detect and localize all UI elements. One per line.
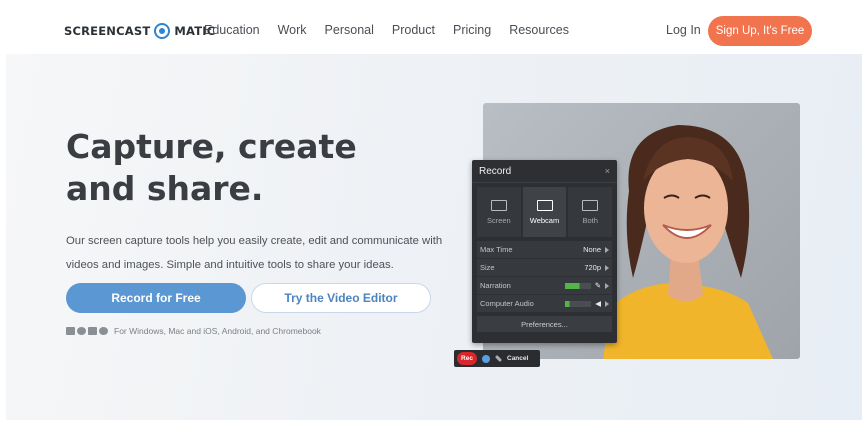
platforms-note: For Windows, Mac and iOS, Android, and C… bbox=[66, 326, 321, 336]
screen-and-webcam-icon bbox=[582, 199, 599, 211]
top-nav: SCREENCAST MATIC Education Work Personal… bbox=[0, 0, 862, 60]
nav-link-resources[interactable]: Resources bbox=[509, 23, 569, 37]
record-panel: Record × Screen Webcam Both Max Time Non… bbox=[472, 160, 617, 343]
chrome-icon bbox=[99, 327, 108, 335]
webcam-icon bbox=[536, 199, 553, 211]
preferences-button[interactable]: Preferences... bbox=[477, 316, 612, 332]
nav-link-education[interactable]: Education bbox=[204, 23, 260, 37]
logo-mark-icon bbox=[154, 23, 171, 39]
max-time-row[interactable]: Max Time None bbox=[477, 241, 612, 258]
microphone-icon: ✎ bbox=[594, 281, 601, 290]
mode-both-button[interactable]: Both bbox=[568, 187, 613, 237]
nav-link-product[interactable]: Product bbox=[392, 23, 435, 37]
platform-icons bbox=[66, 327, 108, 335]
monitor-icon bbox=[490, 199, 507, 211]
logo-text-left: SCREENCAST bbox=[64, 24, 151, 38]
max-time-value: None bbox=[583, 245, 601, 254]
mode-screen-label: Screen bbox=[486, 215, 511, 225]
record-mode-selector: Screen Webcam Both bbox=[477, 187, 613, 237]
cancel-button[interactable]: Cancel bbox=[507, 355, 528, 362]
hero-headline: Capture, create and share. bbox=[66, 127, 357, 208]
chevron-right-icon bbox=[605, 264, 609, 271]
size-label: Size bbox=[480, 263, 495, 272]
max-time-label: Max Time bbox=[480, 245, 513, 254]
mode-screen-button[interactable]: Screen bbox=[477, 187, 521, 237]
windows-icon bbox=[66, 327, 75, 335]
android-icon bbox=[88, 327, 97, 335]
computer-audio-level-meter bbox=[565, 300, 592, 307]
signup-button[interactable]: Sign Up, It's Free bbox=[708, 16, 812, 46]
mode-webcam-button[interactable]: Webcam bbox=[522, 187, 567, 237]
computer-audio-label: Computer Audio bbox=[480, 299, 534, 308]
chevron-right-icon bbox=[605, 282, 609, 289]
gear-icon[interactable] bbox=[482, 354, 490, 363]
record-for-free-button[interactable]: Record for Free bbox=[66, 283, 246, 313]
record-panel-title: Record bbox=[479, 165, 512, 177]
nav-link-personal[interactable]: Personal bbox=[325, 23, 374, 37]
narration-label: Narration bbox=[480, 281, 511, 290]
nav-link-work[interactable]: Work bbox=[278, 23, 307, 37]
platforms-text: For Windows, Mac and iOS, Android, and C… bbox=[114, 326, 321, 336]
mode-both-label: Both bbox=[582, 215, 598, 225]
size-row[interactable]: Size 720p bbox=[477, 259, 612, 276]
rec-button[interactable]: Rec bbox=[457, 352, 477, 365]
nav-links: Education Work Personal Product Pricing … bbox=[204, 23, 587, 37]
apple-icon bbox=[77, 327, 86, 335]
hero-description: Our screen capture tools help you easily… bbox=[66, 235, 443, 271]
computer-audio-row[interactable]: Computer Audio ◀ bbox=[477, 295, 612, 312]
recording-toolbar: Rec Cancel bbox=[454, 350, 540, 367]
nav-link-pricing[interactable]: Pricing bbox=[453, 23, 491, 37]
mode-webcam-label: Webcam bbox=[529, 215, 560, 225]
chevron-right-icon bbox=[605, 246, 609, 253]
size-value: 720p bbox=[584, 263, 601, 272]
narration-level-meter bbox=[564, 282, 591, 289]
chevron-right-icon bbox=[605, 300, 609, 307]
record-panel-header: Record × bbox=[472, 160, 617, 183]
login-link[interactable]: Log In bbox=[666, 23, 701, 37]
pencil-icon[interactable] bbox=[494, 354, 503, 363]
narration-row[interactable]: Narration ✎ bbox=[477, 277, 612, 294]
close-icon[interactable]: × bbox=[605, 166, 610, 176]
logo[interactable]: SCREENCAST MATIC bbox=[64, 23, 215, 39]
speaker-icon: ◀ bbox=[595, 299, 601, 308]
try-video-editor-button[interactable]: Try the Video Editor bbox=[251, 283, 431, 313]
